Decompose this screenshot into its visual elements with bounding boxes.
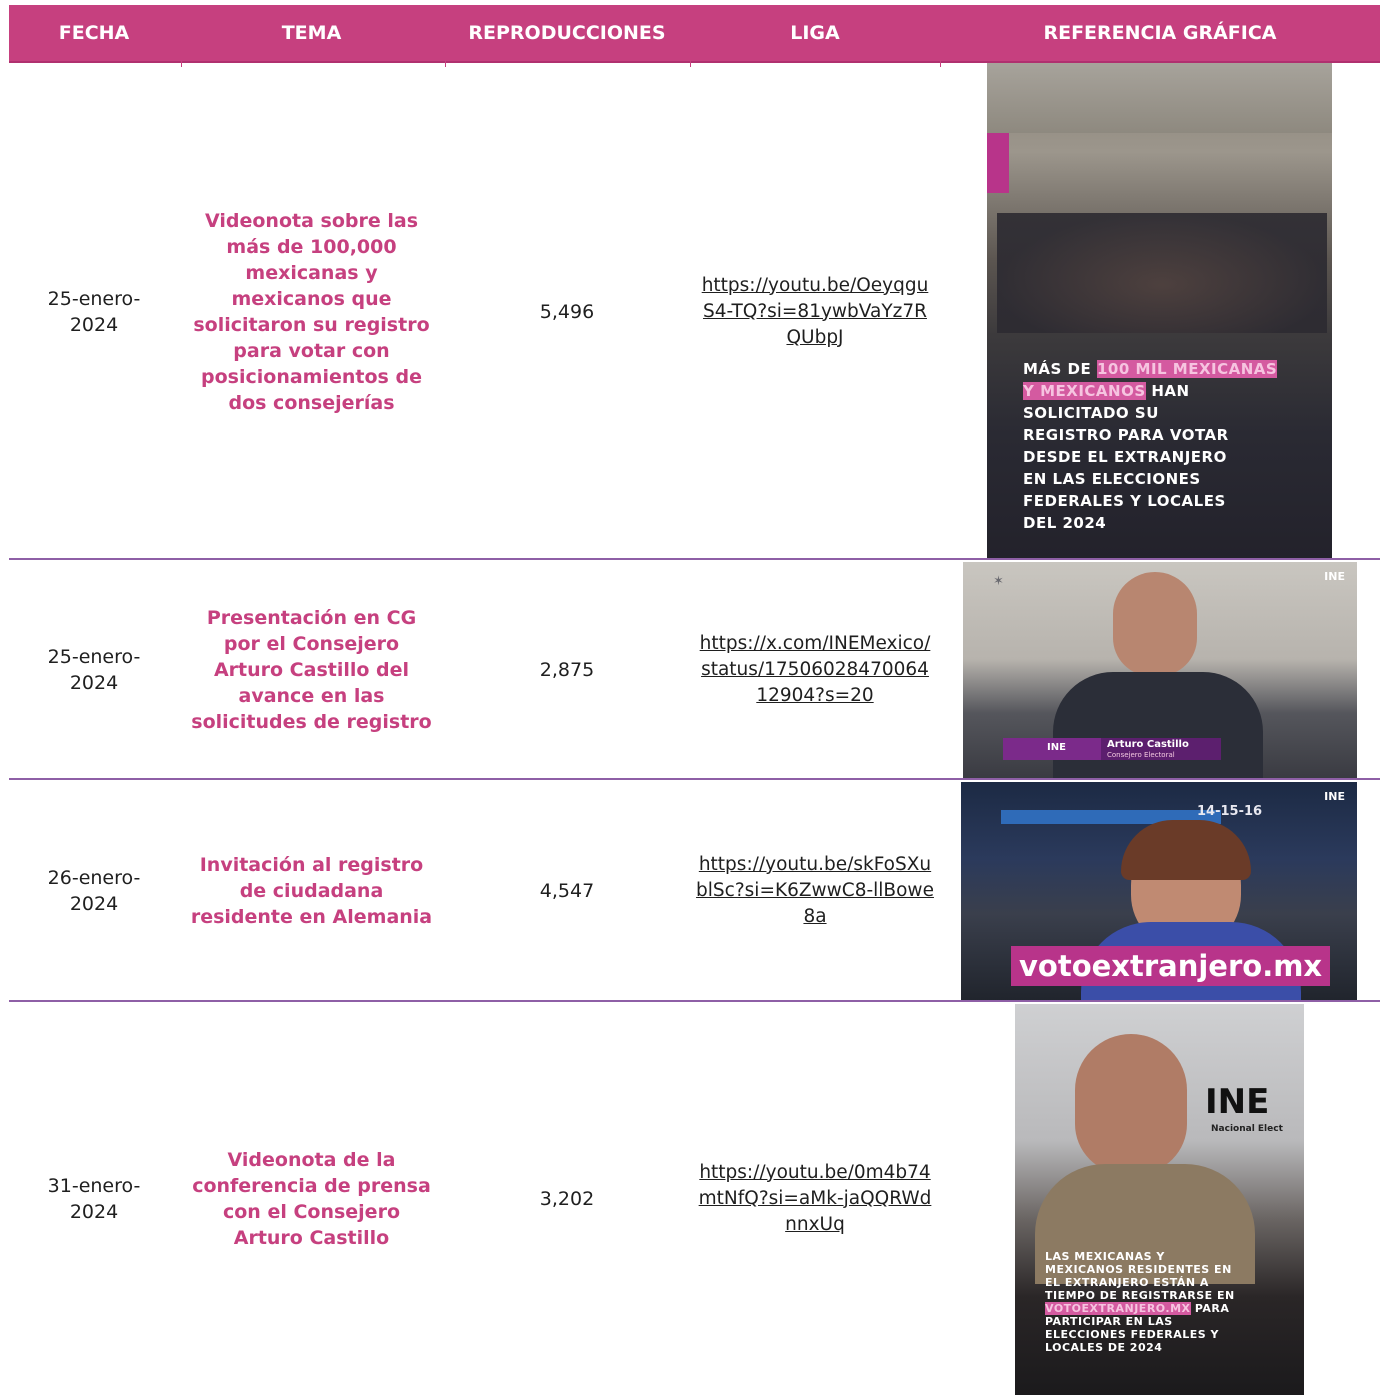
caption-line: DEL 2024 xyxy=(1023,514,1107,532)
caption-line: PARA xyxy=(1190,1302,1230,1315)
row-link[interactable]: https://youtu.be/0m4b74mtNfQ?si=aMk-jaQQ… xyxy=(696,1160,934,1238)
caption-line: MEXICANOS RESIDENTES EN xyxy=(1045,1263,1232,1276)
thumbnail-caption: MÁS DE 100 MIL MEXICANAS Y MEXICANOS HAN… xyxy=(1023,358,1278,534)
row-link-cell: https://x.com/INEMexico/status/175060284… xyxy=(690,560,940,780)
table-row: 25-enero- 2024 Presentación en CG por el… xyxy=(9,560,1380,780)
person-suit-shape xyxy=(1053,672,1263,778)
ine-watermark: INE xyxy=(1324,570,1345,583)
caption-line: ELECCIONES FEDERALES Y xyxy=(1045,1328,1219,1341)
caption-line: REGISTRO PARA VOTAR xyxy=(1023,426,1229,444)
lower-third-logo: INE xyxy=(1047,742,1066,753)
ceiling-shape xyxy=(987,63,1332,133)
ine-logo-icon: ✶ xyxy=(993,574,1004,589)
row-topic: Presentación en CG por el Consejero Artu… xyxy=(191,607,432,733)
video-thumbnail: 14-15-16 INE votoextranjero.mx xyxy=(961,782,1357,1002)
lower-third-name: Arturo Castillo xyxy=(1107,739,1189,750)
header-referencia-grafica: REFERENCIA GRÁFICA xyxy=(1043,22,1277,44)
platform-sign: 14-15-16 xyxy=(1197,804,1263,819)
row-topic: Invitación al registro de ciudadana resi… xyxy=(190,854,433,928)
row-link-cell: https://youtu.be/OeyqguS4-TQ?si=81ywbVaY… xyxy=(690,63,940,560)
row-views: 2,875 xyxy=(539,659,595,681)
row-topic: Videonota sobre las más de 100,000 mexic… xyxy=(193,209,430,414)
video-thumbnail: ✶ INE INE Arturo Castillo Consejero Elec… xyxy=(963,562,1357,778)
caption-highlight: Y MEXICANOS xyxy=(1023,382,1146,400)
video-thumbnail: INE Nacional Elect LAS MEXICANAS Y MEXIC… xyxy=(1015,1004,1304,1395)
ine-sublogo: Nacional Elect xyxy=(1211,1124,1283,1134)
table-row: 25-enero- 2024 Videonota sobre las más d… xyxy=(9,63,1380,560)
row-link-cell: https://youtu.be/0m4b74mtNfQ?si=aMk-jaQQ… xyxy=(690,1002,940,1395)
thumbnail-caption: LAS MEXICANAS Y MEXICANOS RESIDENTES EN … xyxy=(1045,1250,1235,1354)
caption-line: HAN xyxy=(1145,382,1190,400)
person-head-shape xyxy=(1075,1034,1187,1174)
caption-line: LAS MEXICANAS Y xyxy=(1045,1250,1165,1263)
caption-line: EN LAS ELECCIONES xyxy=(1023,470,1201,488)
caption-highlight: 100 MIL MEXICANAS xyxy=(1096,360,1278,378)
row-date: 26-enero- 2024 xyxy=(47,867,141,915)
row-date: 25-enero- 2024 xyxy=(47,646,141,694)
person-hair-shape xyxy=(1121,820,1251,880)
ine-watermark: INE xyxy=(1324,790,1345,803)
caption-line: FEDERALES Y LOCALES xyxy=(1023,492,1226,510)
header-tema: TEMA xyxy=(281,22,342,44)
caption-line: TIEMPO DE REGISTRARSE EN xyxy=(1045,1289,1235,1302)
row-views: 5,496 xyxy=(539,300,595,323)
caption-line: DESDE EL EXTRANJERO xyxy=(1023,448,1227,466)
table-row: 26-enero- 2024 Invitación al registro de… xyxy=(9,780,1380,1002)
row-link-cell: https://youtu.be/skFoSXublSc?si=K6ZwwC8-… xyxy=(690,780,940,1002)
row-link[interactable]: https://x.com/INEMexico/status/175060284… xyxy=(696,631,934,709)
caption-line: PARTICIPAR EN LAS xyxy=(1045,1315,1173,1328)
row-views: 4,547 xyxy=(539,880,595,902)
row-link[interactable]: https://youtu.be/skFoSXublSc?si=K6ZwwC8-… xyxy=(696,852,934,930)
caption-highlight: VOTOEXTRANJERO.MX xyxy=(1045,1302,1191,1315)
table-row: 31-enero- 2024 Videonota de la conferenc… xyxy=(9,1002,1380,1395)
ine-logo: INE xyxy=(1205,1082,1270,1122)
video-thumbnail: MÁS DE 100 MIL MEXICANAS Y MEXICANOS HAN… xyxy=(987,63,1332,558)
crowd-shape xyxy=(997,213,1327,333)
header-fecha: FECHA xyxy=(58,22,130,44)
header-liga: LIGA xyxy=(790,22,840,44)
row-date: 25-enero- 2024 xyxy=(47,287,141,336)
row-link[interactable]: https://youtu.be/OeyqguS4-TQ?si=81ywbVaY… xyxy=(696,273,934,351)
banner-votoextranjero: votoextranjero.mx xyxy=(1011,946,1331,986)
caption-line: MÁS DE xyxy=(1023,360,1097,378)
caption-line: SOLICITADO SU xyxy=(1023,404,1159,422)
caption-line: EL EXTRANJERO ESTÁN A xyxy=(1045,1276,1209,1289)
header-reproducciones: REPRODUCCIONES xyxy=(468,22,666,44)
person-head-shape xyxy=(1113,572,1197,676)
caption-line: LOCALES DE 2024 xyxy=(1045,1341,1163,1354)
row-date: 31-enero- 2024 xyxy=(47,1174,141,1223)
lower-third-caption: Consejero Electoral xyxy=(1107,751,1175,759)
table-header: FECHA TEMA REPRODUCCIONES LIGA REFERENCI… xyxy=(9,5,1380,63)
row-views: 3,202 xyxy=(539,1187,595,1210)
row-topic: Videonota de la conferencia de prensa co… xyxy=(192,1148,431,1249)
